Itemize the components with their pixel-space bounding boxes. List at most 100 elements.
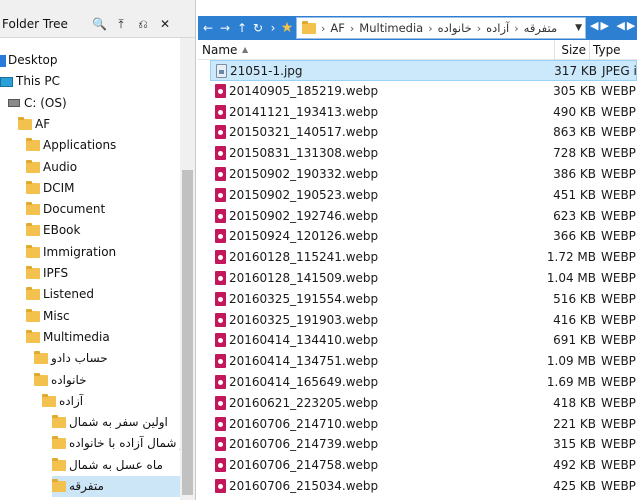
tree-node[interactable]: AF bbox=[18, 114, 180, 135]
tree-node-label: Listened bbox=[43, 287, 94, 302]
tree-node-label: Applications bbox=[43, 138, 117, 153]
breadcrumb[interactable]: › AF › Multimedia › خانواده › آزاده › متفرقه ▼ bbox=[296, 17, 586, 39]
tree-node[interactable]: متفرقه bbox=[52, 476, 180, 497]
breadcrumb-item-multimedia[interactable]: Multimedia bbox=[356, 18, 426, 38]
file-row[interactable]: 20160706_214758.webp 492 KB WEBP Ir bbox=[210, 455, 637, 476]
tree-node[interactable]: EBook bbox=[26, 220, 180, 241]
column-header-name[interactable]: Name ▲ bbox=[202, 40, 587, 60]
star-icon[interactable]: ★ bbox=[279, 19, 295, 37]
column-divider[interactable] bbox=[589, 40, 590, 60]
folder-icon bbox=[26, 287, 40, 301]
tree-node[interactable]: حساب دادو bbox=[34, 348, 180, 369]
breadcrumb-item-azadeh[interactable]: آزاده bbox=[483, 18, 512, 38]
file-row[interactable]: 20140905_185219.webp 305 KB WEBP Ir bbox=[210, 81, 637, 102]
file-name: 20160621_223205.webp bbox=[229, 395, 379, 410]
new-folder-icon[interactable]: ⎌ bbox=[136, 17, 150, 31]
tree-node[interactable]: اولین سفر به شمال bbox=[52, 412, 180, 433]
file-name: 20150924_120126.webp bbox=[229, 229, 379, 244]
file-type: WEBP Ir bbox=[601, 271, 637, 285]
file-row[interactable]: 20160621_223205.webp 418 KB WEBP Ir bbox=[210, 393, 637, 414]
tree-node-label: IPFS bbox=[43, 266, 69, 280]
back-arrow-icon[interactable]: ← bbox=[200, 19, 216, 37]
up-arrow-icon[interactable]: ⤒ bbox=[114, 17, 128, 31]
file-type: WEBP Ir bbox=[601, 83, 637, 98]
file-row[interactable]: 20160706_214739.webp 315 KB WEBP Ir bbox=[210, 434, 637, 455]
column-header-type[interactable]: Type bbox=[593, 40, 621, 60]
forward-arrow-icon[interactable]: → bbox=[217, 19, 233, 37]
up-arrow-icon[interactable]: ↑ bbox=[234, 19, 250, 37]
folder-icon bbox=[26, 223, 40, 237]
column-header-name-label: Name bbox=[202, 43, 238, 57]
file-size: 691 KB bbox=[553, 333, 596, 348]
file-row[interactable]: 20150902_190332.webp 386 KB WEBP Ir bbox=[210, 164, 637, 185]
tree-scrollbar-thumb[interactable] bbox=[182, 170, 193, 495]
column-header-size[interactable]: Size bbox=[558, 40, 586, 60]
file-row[interactable]: 20150924_120126.webp 366 KB WEBP Ir bbox=[210, 226, 637, 247]
file-row[interactable]: 20160414_165649.webp 1.69 MB WEBP Ir bbox=[210, 372, 637, 393]
breadcrumb-item-misc[interactable]: متفرقه bbox=[521, 18, 560, 38]
tree-node[interactable]: سفر شمال آزاده با خانواده bbox=[52, 433, 195, 454]
tree-node[interactable]: Multimedia bbox=[26, 327, 180, 348]
refresh-icon[interactable]: ↻ bbox=[250, 19, 266, 37]
file-row[interactable]: 20150902_192746.webp 623 KB WEBP Ir bbox=[210, 206, 637, 227]
file-row[interactable]: 20160706_214710.webp 221 KB WEBP Ir bbox=[210, 414, 637, 435]
tree-node[interactable]: Misc bbox=[26, 306, 180, 327]
tree-node[interactable]: C: (OS) bbox=[8, 93, 180, 114]
pc-icon bbox=[0, 76, 13, 87]
file-size: 305 KB bbox=[553, 83, 596, 98]
file-size: 315 KB bbox=[553, 437, 596, 452]
tree-node[interactable]: Immigration bbox=[26, 242, 180, 263]
file-row[interactable]: 20150902_190523.webp 451 KB WEBP Ir bbox=[210, 185, 637, 206]
folder-icon bbox=[26, 329, 40, 343]
tree-node[interactable]: Document bbox=[26, 199, 180, 220]
file-row[interactable]: 20160414_134410.webp 691 KB WEBP Ir bbox=[210, 330, 637, 351]
file-row[interactable]: 20160128_115241.webp 1.72 MB WEBP Ir bbox=[210, 247, 637, 268]
search-icon[interactable]: 🔍 bbox=[92, 17, 107, 31]
folder-icon bbox=[18, 116, 32, 130]
file-row[interactable]: 20150831_131308.webp 728 KB WEBP Ir bbox=[210, 143, 637, 164]
file-row[interactable]: 20150321_140517.webp 863 KB WEBP Ir bbox=[210, 122, 637, 143]
file-name: 20150902_192746.webp bbox=[229, 208, 379, 223]
tree-node[interactable]: ماه عسل به شمال bbox=[52, 455, 180, 476]
file-list-header: Name ▲ Size Type bbox=[198, 40, 637, 60]
tree-node[interactable]: Applications bbox=[26, 135, 180, 156]
tree-node[interactable]: DCIM bbox=[26, 178, 180, 199]
file-row[interactable]: 20141121_193413.webp 490 KB WEBP Ir bbox=[210, 102, 637, 123]
tree-node[interactable]: آزاده bbox=[42, 391, 180, 412]
file-row[interactable]: 21051-1.jpg 317 KB JPEG im bbox=[210, 60, 637, 81]
tree-node[interactable]: This PC bbox=[0, 71, 180, 92]
tree-node[interactable]: IPFS bbox=[26, 263, 180, 284]
file-row[interactable]: 20160128_141509.webp 1.04 MB WEBP Ir bbox=[210, 268, 637, 289]
file-row[interactable]: 20160325_191554.webp 516 KB WEBP Ir bbox=[210, 289, 637, 310]
file-name: 20160706_214710.webp bbox=[229, 416, 379, 431]
close-icon[interactable]: ✕ bbox=[158, 17, 172, 31]
file-type: WEBP Ir bbox=[601, 125, 637, 140]
file-name: 20160128_115241.webp bbox=[229, 250, 379, 265]
file-name: 20150831_131308.webp bbox=[229, 146, 379, 161]
tree-node[interactable]: Audio bbox=[26, 157, 180, 178]
tree-node-label: AF bbox=[35, 116, 51, 131]
file-row[interactable]: 20160706_215034.webp 425 KB WEBP Ir bbox=[210, 476, 637, 497]
chevron-down-icon[interactable]: ▼ bbox=[575, 18, 582, 38]
webp-file-icon bbox=[215, 187, 226, 202]
drive-icon bbox=[8, 99, 20, 108]
pane-nav-arrows-icon[interactable]: ◀▶ ◀▶ bbox=[590, 19, 637, 32]
file-row[interactable]: 20160414_134751.webp 1.09 MB WEBP Ir bbox=[210, 351, 637, 372]
tree-node[interactable]: Listened bbox=[26, 284, 180, 305]
file-name: 20160414_134751.webp bbox=[229, 354, 379, 369]
file-row[interactable]: 20160325_191903.webp 416 KB WEBP Ir bbox=[210, 310, 637, 331]
tree-scrollbar[interactable] bbox=[180, 38, 195, 500]
column-divider[interactable] bbox=[554, 40, 555, 60]
file-type: WEBP Ir bbox=[601, 437, 637, 452]
file-type: WEBP Ir bbox=[601, 187, 637, 202]
tree-node[interactable]: Desktop bbox=[0, 50, 180, 71]
file-size: 425 KB bbox=[553, 479, 596, 493]
folder-icon bbox=[52, 479, 66, 492]
file-name: 20160325_191903.webp bbox=[229, 312, 379, 327]
breadcrumb-item-af[interactable]: AF bbox=[327, 18, 347, 38]
file-type: WEBP Ir bbox=[601, 291, 637, 306]
tree-node[interactable]: خانواده bbox=[34, 370, 180, 391]
file-type: WEBP Ir bbox=[601, 354, 637, 369]
breadcrumb-item-family[interactable]: خانواده bbox=[435, 18, 475, 38]
breadcrumb-separator: › bbox=[349, 22, 355, 35]
